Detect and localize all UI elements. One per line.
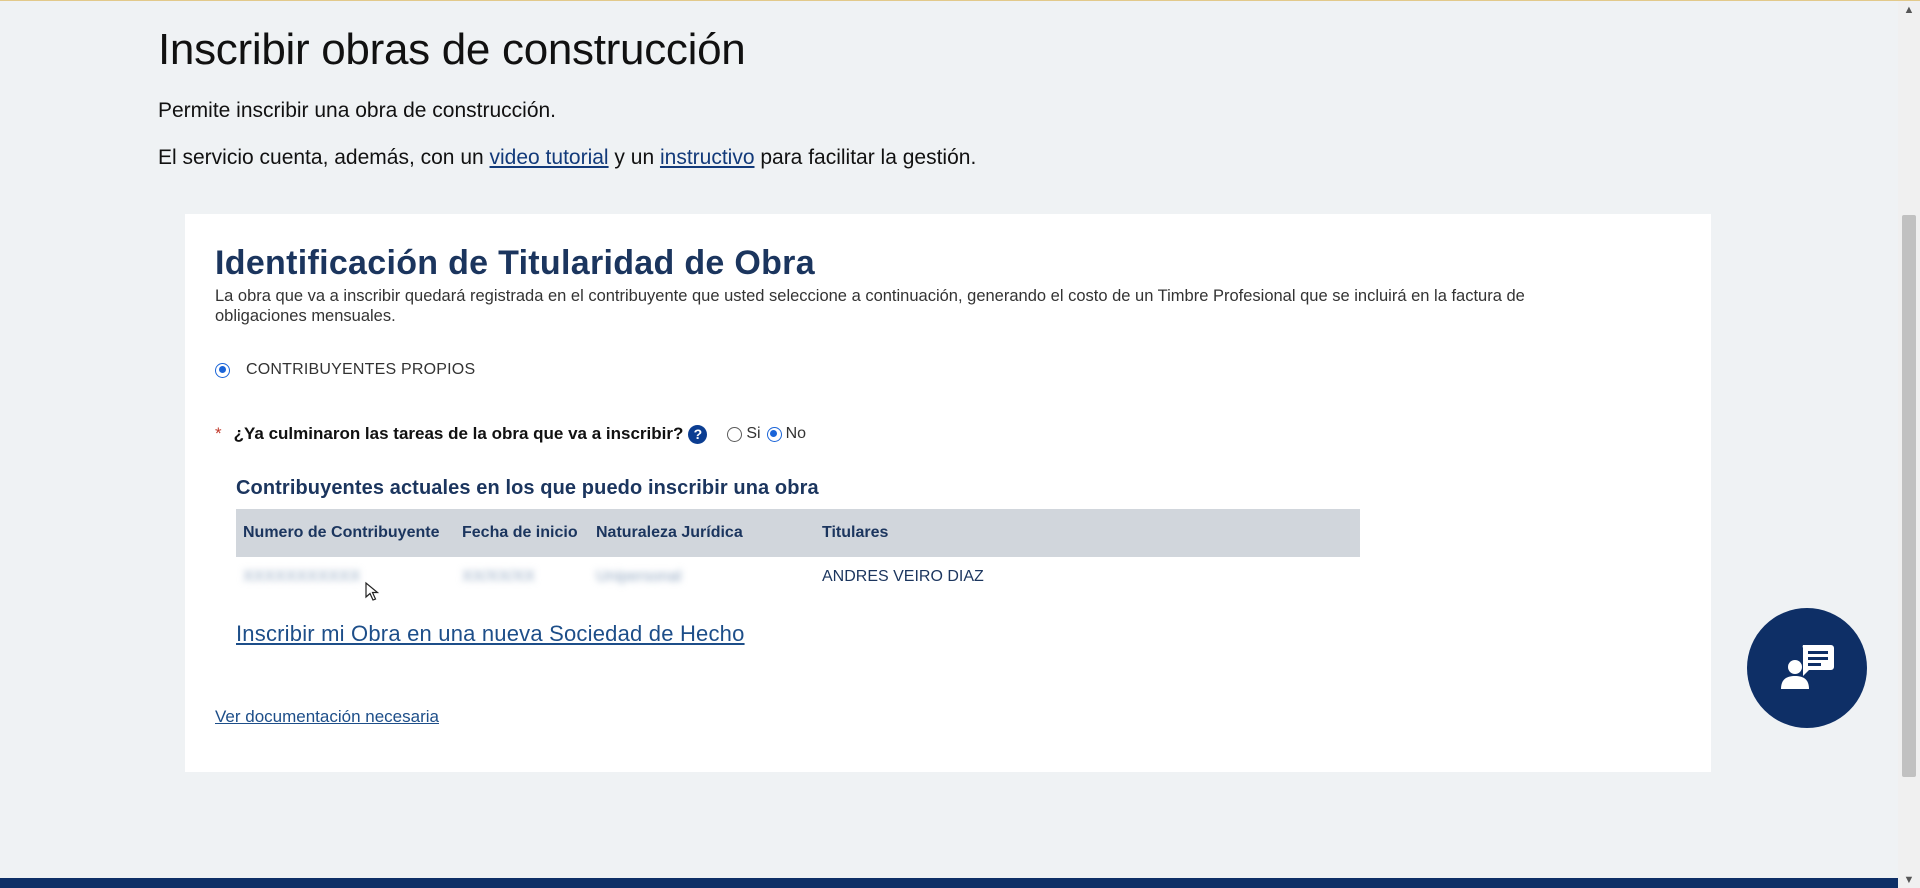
documentation-link[interactable]: Ver documentación necesaria	[215, 707, 439, 727]
scroll-up-arrow-icon[interactable]: ▲	[1898, 1, 1920, 19]
header-fecha: Fecha de inicio	[462, 524, 578, 541]
cell-fecha: XX/XX/XX	[462, 568, 535, 585]
page-description: Permite inscribir una obra de construcci…	[158, 99, 557, 122]
card-title: Identificación de Titularidad de Obra	[215, 244, 815, 282]
scrollbar-thumb[interactable]	[1902, 215, 1916, 777]
mouse-pointer-icon	[364, 581, 384, 608]
contribuyentes-table: Numero de Contribuyente Fecha de inicio …	[236, 509, 1360, 597]
cell-numero: XXXXXXXXXXX	[243, 568, 361, 585]
option-no-label: No	[785, 425, 807, 442]
card-description: La obra que va a inscribir quedará regis…	[215, 287, 1525, 325]
new-society-link[interactable]: Inscribir mi Obra en una nueva Sociedad …	[236, 621, 745, 647]
cell-titulares: ANDRES VEIRO DIAZ	[822, 568, 984, 585]
contribuyentes-propios-option[interactable]: CONTRIBUYENTES PROPIOS	[215, 361, 475, 379]
header-titulares: Titulares	[822, 524, 889, 541]
contribuyentes-table-title: Contribuyentes actuales en los que puedo…	[236, 477, 819, 499]
radio-no[interactable]	[766, 426, 782, 442]
instructivo-link[interactable]: instructivo	[660, 146, 755, 169]
page-header: Inscribir obras de construcción Permite …	[158, 25, 976, 170]
option-no[interactable]: No	[766, 425, 807, 443]
required-mark: *	[215, 424, 222, 443]
option-si-label: Si	[746, 425, 761, 442]
titularidad-card: Identificación de Titularidad de Obra La…	[185, 214, 1711, 772]
service-info: El servicio cuenta, además, con un video…	[158, 146, 976, 170]
service-info-mid: y un	[608, 146, 660, 169]
obra-culminada-question: * ¿Ya culminaron las tareas de la obra q…	[215, 424, 806, 444]
option-si[interactable]: Si	[727, 425, 761, 443]
table-row[interactable]: XXXXXXXXXXX XX/XX/XX Unipersonal ANDRES …	[236, 557, 1360, 597]
chat-support-icon	[1781, 645, 1834, 689]
header-naturaleza: Naturaleza Jurídica	[596, 524, 743, 541]
table-header: Numero de Contribuyente Fecha de inicio …	[236, 509, 1360, 557]
video-tutorial-link[interactable]: video tutorial	[490, 146, 609, 169]
header-numero: Numero de Contribuyente	[243, 524, 440, 541]
cell-naturaleza: Unipersonal	[596, 568, 682, 585]
chat-support-button[interactable]	[1747, 608, 1867, 728]
service-info-prefix: El servicio cuenta, además, con un	[158, 146, 490, 169]
page-title: Inscribir obras de construcción	[158, 25, 746, 74]
contribuyentes-propios-radio[interactable]	[215, 362, 230, 378]
footer-bar	[0, 878, 1898, 888]
question-text: ¿Ya culminaron las tareas de la obra que…	[233, 424, 684, 443]
scroll-down-arrow-icon[interactable]: ▼	[1898, 871, 1920, 888]
contribuyentes-propios-label: CONTRIBUYENTES PROPIOS	[246, 361, 476, 378]
service-info-suffix: para facilitar la gestión.	[754, 146, 977, 169]
help-icon[interactable]: ?	[688, 424, 708, 444]
vertical-scrollbar[interactable]: ▲ ▼	[1898, 1, 1920, 888]
radio-si[interactable]	[727, 426, 743, 442]
